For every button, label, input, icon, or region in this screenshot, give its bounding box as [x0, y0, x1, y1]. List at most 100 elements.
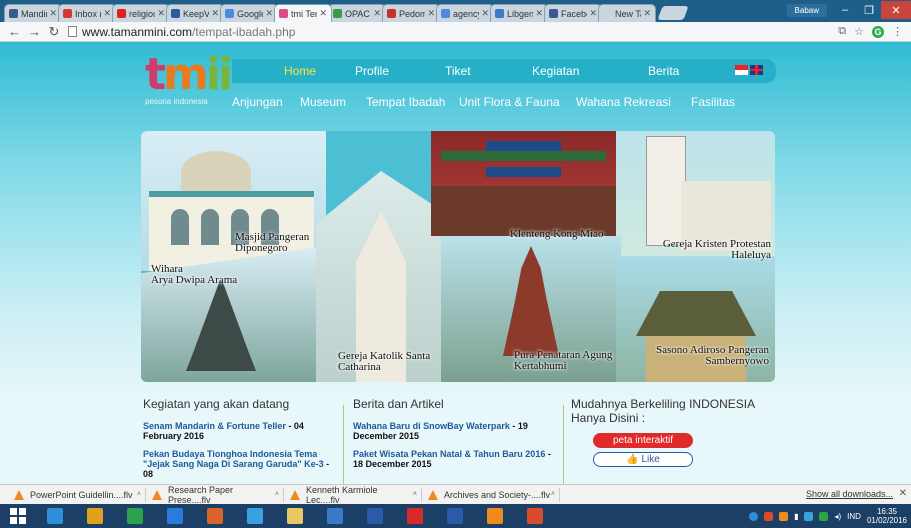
minimize-icon[interactable]: – — [833, 1, 857, 19]
browser-tab[interactable]: Libgen ✕ — [490, 4, 548, 22]
caption-klenteng[interactable]: Klenteng Kong Miao — [510, 229, 603, 240]
browser-tab[interactable]: KeepVi ✕ — [166, 4, 224, 22]
taskbar-player-icon[interactable] — [360, 506, 390, 526]
site-logo[interactable]: tmii pesona indonesia — [143, 49, 233, 113]
help-icon[interactable] — [749, 511, 759, 521]
close-tab-icon[interactable]: ✕ — [319, 8, 327, 19]
taskbar-vlc-icon[interactable] — [480, 506, 510, 526]
taskbar-ie-icon[interactable] — [40, 506, 70, 526]
tab-favicon-icon — [495, 9, 504, 18]
caption-pura[interactable]: Pura Penataran Agung Kertabhumi — [514, 350, 612, 372]
close-tab-icon[interactable]: ✕ — [535, 8, 543, 19]
nav-profile[interactable]: Profile — [355, 64, 389, 78]
new-tab-button[interactable] — [657, 6, 689, 20]
browser-tab[interactable]: Faceboo✕ — [544, 4, 602, 22]
taskbar-chrome-icon[interactable] — [80, 506, 110, 526]
taskbar-store-icon[interactable] — [120, 506, 150, 526]
taskbar-paint-icon[interactable] — [200, 506, 230, 526]
clock[interactable]: 16:35 01/02/2016 — [867, 507, 907, 525]
subnav-flora-fauna[interactable]: Unit Flora & Fauna — [459, 95, 560, 109]
caption-masjid[interactable]: Masjid Pangeran Diponegoro — [235, 232, 309, 254]
subnav-tempat-ibadah[interactable]: Tempat Ibadah — [366, 95, 445, 109]
download-item[interactable]: PowerPoint Guidellin....flv ˄ — [14, 487, 146, 502]
tray-app-icon[interactable] — [804, 511, 814, 521]
browser-tab[interactable]: OPAC -✕ — [328, 4, 386, 22]
browser-tab[interactable]: Pedom ✕ — [382, 4, 440, 22]
close-tab-icon[interactable]: ✕ — [589, 8, 597, 19]
close-tab-icon[interactable]: ✕ — [49, 8, 57, 19]
close-tab-icon[interactable]: ✕ — [481, 8, 489, 19]
list-item[interactable]: Wahana Baru di SnowBay Waterpark - 19 De… — [353, 421, 553, 441]
taskbar-acrobat-icon[interactable] — [400, 506, 430, 526]
flag-indonesia-icon[interactable] — [735, 65, 748, 75]
network-icon[interactable]: ▮ — [794, 512, 798, 521]
browser-tab[interactable]: tmi Tempat✕ — [274, 4, 332, 22]
nav-home[interactable]: Home — [284, 64, 316, 78]
taskbar-powerpoint-icon[interactable] — [520, 506, 550, 526]
windows-start-icon[interactable] — [10, 508, 26, 524]
download-item[interactable]: Kenneth Karmiole Lec....flv ˄ — [290, 485, 422, 505]
nav-kegiatan[interactable]: Kegiatan — [532, 64, 579, 78]
tab-favicon-icon — [9, 9, 18, 18]
flag-uk-icon[interactable] — [750, 65, 763, 75]
subnav-anjungan[interactable]: Anjungan — [232, 95, 283, 109]
profile-chip[interactable]: Babaw — [786, 3, 827, 17]
chevron-down-icon[interactable]: ˄ — [137, 491, 141, 498]
caption-sasono[interactable]: Sasono Adiroso Pangeran Sambernyowo — [651, 345, 769, 367]
menu-icon[interactable]: ⋮ — [892, 25, 903, 38]
browser-tab[interactable]: Google ✕ — [220, 4, 278, 22]
nav-tiket[interactable]: Tiket — [445, 64, 471, 78]
close-icon[interactable]: ✕ — [899, 488, 907, 499]
close-tab-icon[interactable]: ✕ — [103, 8, 111, 19]
taskbar-explorer-icon[interactable] — [280, 506, 310, 526]
list-item[interactable]: Senam Mandarin & Fortune Teller - 04 Feb… — [143, 421, 333, 441]
browser-tab[interactable]: New Tab✕ — [598, 4, 656, 22]
taskbar-word-icon[interactable] — [440, 506, 470, 526]
taskbar-network-icon[interactable] — [320, 506, 350, 526]
close-tab-icon[interactable]: ✕ — [157, 8, 165, 19]
close-tab-icon[interactable]: ✕ — [427, 8, 435, 19]
close-window-icon[interactable]: ✕ — [881, 1, 911, 19]
caption-gereja-kristen[interactable]: Gereja Kristen Protestan Haleluya — [657, 239, 771, 261]
volume-icon[interactable]: ◂) — [834, 512, 841, 521]
browser-tab[interactable]: religiou ✕ — [112, 4, 170, 22]
tray-app-icon[interactable] — [819, 511, 829, 521]
tray-app-icon[interactable] — [764, 511, 774, 521]
show-all-downloads-link[interactable]: Show all downloads... — [806, 489, 893, 499]
chevron-down-icon[interactable]: ˄ — [551, 491, 555, 498]
maximize-icon[interactable]: ❐ — [857, 1, 881, 19]
close-tab-icon[interactable]: ✕ — [265, 8, 273, 19]
caption-wihara[interactable]: Wihara Arya Dwipa Arama — [151, 264, 237, 286]
taskbar-dropbox-icon[interactable] — [160, 506, 190, 526]
taskbar-media-icon[interactable] — [240, 506, 270, 526]
close-tab-icon[interactable]: ✕ — [211, 8, 219, 19]
facebook-like-button[interactable]: 👍 Like — [593, 452, 693, 467]
browser-tab[interactable]: Mandiri✕ — [4, 4, 62, 22]
interactive-map-button[interactable]: peta interaktif — [593, 433, 693, 448]
reload-icon[interactable]: ↻ — [48, 24, 60, 40]
browser-tab[interactable]: agency ✕ — [436, 4, 494, 22]
list-item[interactable]: Paket Wisata Pekan Natal & Tahun Baru 20… — [353, 449, 553, 469]
close-tab-icon[interactable]: ✕ — [643, 8, 651, 19]
back-icon[interactable]: ← — [8, 24, 21, 39]
nav-berita[interactable]: Berita — [648, 64, 679, 78]
subnav-fasilitas[interactable]: Fasilitas — [691, 95, 735, 109]
list-item[interactable]: Pekan Budaya Tionghoa Indonesia Tema "Je… — [143, 449, 333, 479]
chevron-down-icon[interactable]: ˄ — [275, 491, 279, 498]
caption-gereja-katolik[interactable]: Gereja Katolik Santa Catharina — [338, 351, 430, 373]
download-item[interactable]: Research Paper Prese....flv ˄ — [152, 485, 284, 505]
vlc-tray-icon[interactable] — [779, 511, 789, 521]
subnav-museum[interactable]: Museum — [300, 95, 346, 109]
subnav-wahana-rekreasi[interactable]: Wahana Rekreasi — [576, 95, 671, 109]
grammarly-icon[interactable]: G — [872, 25, 884, 38]
address-bar[interactable]: www.tamanmini.com/tempat-ibadah.php — [68, 24, 830, 40]
klenteng-image[interactable] — [431, 131, 616, 236]
browser-tab[interactable]: Inbox (✕ — [58, 4, 116, 22]
bookmark-star-icon[interactable]: ☆ — [854, 25, 864, 38]
translate-icon[interactable]: ⧉ — [838, 25, 846, 38]
download-item[interactable]: Archives and Society-....flv ˄ — [428, 487, 560, 502]
language-indicator[interactable]: IND — [847, 512, 861, 521]
forward-icon[interactable]: → — [28, 24, 41, 39]
close-tab-icon[interactable]: ✕ — [373, 8, 381, 19]
chevron-down-icon[interactable]: ˄ — [413, 491, 417, 498]
